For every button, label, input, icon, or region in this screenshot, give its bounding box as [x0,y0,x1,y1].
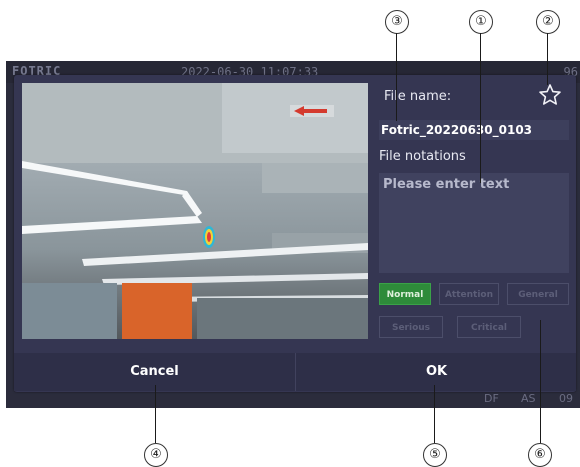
tag-normal[interactable]: Normal [379,283,431,305]
file-name-field[interactable]: Fotric_20220630_0103 [379,120,569,140]
callout-4-leader [155,385,156,443]
callout-5-leader [434,385,435,443]
tag-general[interactable]: General [507,283,569,305]
device-bottom-label: AS [521,392,536,405]
device-bottom-label: DF [484,392,499,405]
callout-6-leader [540,320,541,443]
callout-1: ① [469,10,493,34]
callout-6: ⑥ [528,443,552,467]
tag-serious[interactable]: Serious [379,316,443,338]
thermal-image-preview [22,83,368,339]
callout-4: ④ [144,443,168,467]
star-icon[interactable] [538,83,562,107]
ceiling-scene-illustration [22,83,368,339]
callout-2-leader [547,33,548,85]
device-bottom-label: 09 [559,392,573,405]
file-notations-placeholder: Please enter text [383,177,510,192]
callout-1-leader [480,33,481,183]
callout-2: ② [536,10,560,34]
callout-3-leader [396,33,397,121]
save-file-dialog: File name: Fotric_20220630_0103 File not… [14,75,576,392]
callout-3: ③ [385,10,409,34]
file-name-label: File name: [384,89,452,104]
dialog-footer: Cancel OK [14,353,576,391]
file-notations-label: File notations [379,149,466,164]
ok-button[interactable]: OK [295,353,577,391]
tag-critical[interactable]: Critical [457,316,521,338]
file-notations-input[interactable]: Please enter text [379,173,569,273]
callout-5: ⑤ [423,443,447,467]
tag-attention[interactable]: Attention [439,283,499,305]
